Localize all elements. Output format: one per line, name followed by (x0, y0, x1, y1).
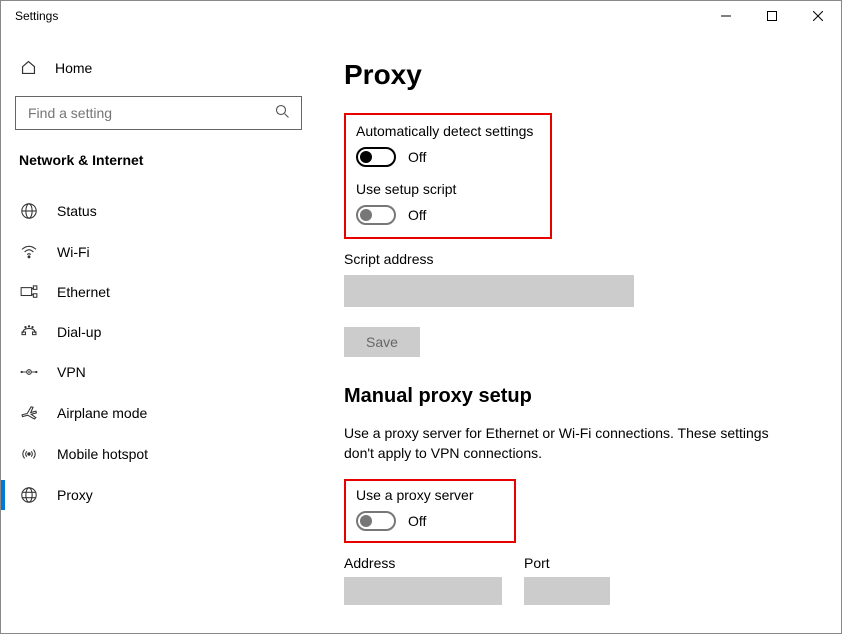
home-icon (19, 59, 37, 76)
status-icon (19, 202, 39, 220)
vpn-icon (19, 365, 39, 379)
script-address-input[interactable] (344, 275, 634, 307)
search-box[interactable] (15, 96, 302, 130)
sidebar: Home Network & Internet Status Wi-Fi (1, 33, 316, 633)
sidebar-item-label: Airplane mode (57, 405, 147, 421)
script-address-label: Script address (344, 251, 821, 267)
sidebar-item-label: Wi-Fi (57, 244, 90, 260)
sidebar-item-label: Mobile hotspot (57, 446, 148, 462)
sidebar-item-label: Proxy (57, 487, 93, 503)
save-button[interactable]: Save (344, 327, 420, 357)
setup-script-toggle[interactable] (356, 205, 396, 225)
home-nav[interactable]: Home (1, 53, 316, 82)
page-title: Proxy (344, 59, 821, 91)
wifi-icon (19, 245, 39, 259)
sidebar-item-label: Status (57, 203, 97, 219)
sidebar-item-airplane[interactable]: Airplane mode (1, 392, 316, 434)
use-proxy-state: Off (408, 513, 426, 529)
section-header: Network & Internet (1, 130, 316, 176)
manual-setup-description: Use a proxy server for Ethernet or Wi-Fi… (344, 424, 784, 463)
use-proxy-label: Use a proxy server (356, 487, 504, 503)
title-bar: Settings (1, 1, 841, 33)
maximize-button[interactable] (749, 1, 795, 31)
sidebar-item-wifi[interactable]: Wi-Fi (1, 232, 316, 272)
search-icon (275, 104, 291, 122)
auto-detect-label: Automatically detect settings (356, 123, 540, 139)
sidebar-item-status[interactable]: Status (1, 190, 316, 232)
address-input[interactable] (344, 577, 502, 605)
hotspot-icon (19, 446, 39, 462)
auto-detect-toggle[interactable] (356, 147, 396, 167)
dialup-icon (19, 325, 39, 339)
sidebar-item-vpn[interactable]: VPN (1, 352, 316, 392)
window-title: Settings (1, 1, 703, 23)
port-input[interactable] (524, 577, 610, 605)
proxy-icon (19, 486, 39, 504)
manual-setup-heading: Manual proxy setup (344, 385, 821, 408)
sidebar-item-proxy[interactable]: Proxy (1, 474, 316, 516)
home-label: Home (55, 60, 92, 76)
sidebar-item-label: Dial-up (57, 324, 101, 340)
setup-script-state: Off (408, 207, 426, 223)
highlight-auto-proxy: Automatically detect settings Off Use se… (344, 113, 552, 239)
search-input[interactable] (26, 104, 275, 122)
port-label: Port (524, 555, 610, 571)
ethernet-icon (19, 285, 39, 299)
highlight-use-proxy: Use a proxy server Off (344, 479, 516, 543)
sidebar-item-hotspot[interactable]: Mobile hotspot (1, 434, 316, 474)
close-button[interactable] (795, 1, 841, 31)
main-panel: Proxy Automatically detect settings Off … (316, 33, 841, 633)
auto-detect-state: Off (408, 149, 426, 165)
sidebar-item-ethernet[interactable]: Ethernet (1, 272, 316, 312)
address-label: Address (344, 555, 502, 571)
sidebar-item-label: Ethernet (57, 284, 110, 300)
use-proxy-toggle[interactable] (356, 511, 396, 531)
sidebar-item-dialup[interactable]: Dial-up (1, 312, 316, 352)
setup-script-label: Use setup script (356, 181, 540, 197)
sidebar-item-label: VPN (57, 364, 86, 380)
minimize-button[interactable] (703, 1, 749, 31)
airplane-icon (19, 404, 39, 422)
